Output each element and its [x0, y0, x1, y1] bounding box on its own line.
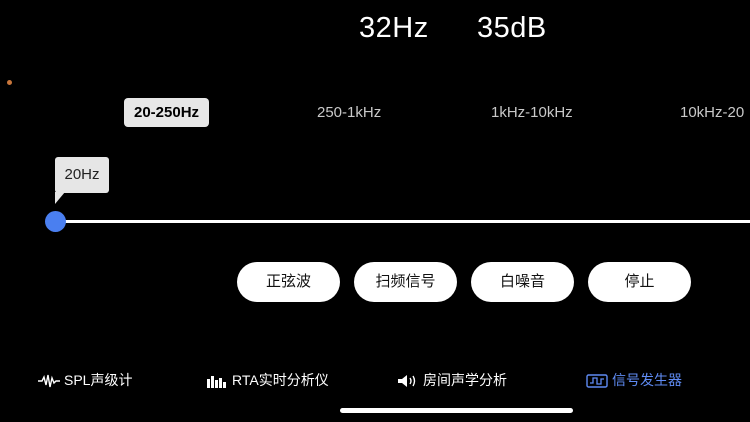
nav-item-rta[interactable]: RTA实时分析仪: [206, 368, 329, 392]
status-dot: [7, 80, 12, 85]
sine-wave-button[interactable]: 正弦波: [237, 262, 340, 302]
frequency-slider-track[interactable]: [55, 220, 750, 223]
signal-generator-icon: [586, 374, 608, 388]
bottom-nav: SPL声级计 RTA实时分析仪 房间声学分析 信号发生器: [0, 368, 750, 392]
nav-label-room-acoustics: 房间声学分析: [423, 372, 507, 388]
sweep-signal-button[interactable]: 扫频信号: [354, 262, 457, 302]
speaker-icon: [397, 374, 419, 388]
tooltip-tail: [55, 192, 65, 204]
tab-20-250hz[interactable]: 20-250Hz: [124, 98, 210, 127]
nav-label-signal-generator: 信号发生器: [612, 372, 682, 388]
tab-250-1khz[interactable]: 250-1kHz: [317, 98, 381, 127]
signal-generator-screen: 32Hz 35dB 20-250Hz 250-1kHz 1kHz-10kHz 1…: [0, 0, 750, 422]
frequency-slider-thumb[interactable]: [45, 211, 66, 232]
nav-item-spl[interactable]: SPL声级计: [38, 368, 132, 392]
home-indicator[interactable]: [340, 408, 573, 413]
nav-label-spl: SPL声级计: [64, 372, 133, 388]
waveform-icon: [38, 374, 60, 388]
frequency-readout: 32Hz: [359, 12, 429, 44]
nav-item-signal-generator[interactable]: 信号发生器: [586, 368, 682, 392]
tab-1khz-10khz[interactable]: 1kHz-10kHz: [491, 98, 573, 127]
nav-item-room-acoustics[interactable]: 房间声学分析: [397, 368, 507, 392]
level-readout: 35dB: [477, 12, 547, 44]
stop-button[interactable]: 停止: [588, 262, 691, 302]
white-noise-button[interactable]: 白噪音: [471, 262, 574, 302]
frequency-range-tabs: 20-250Hz 250-1kHz 1kHz-10kHz 10kHz-20: [0, 98, 750, 128]
spectrum-bars-icon: [206, 374, 228, 389]
tab-10khz-20khz[interactable]: 10kHz-20: [680, 98, 744, 127]
nav-label-rta: RTA实时分析仪: [232, 372, 329, 388]
frequency-tooltip: 20Hz: [55, 157, 109, 193]
